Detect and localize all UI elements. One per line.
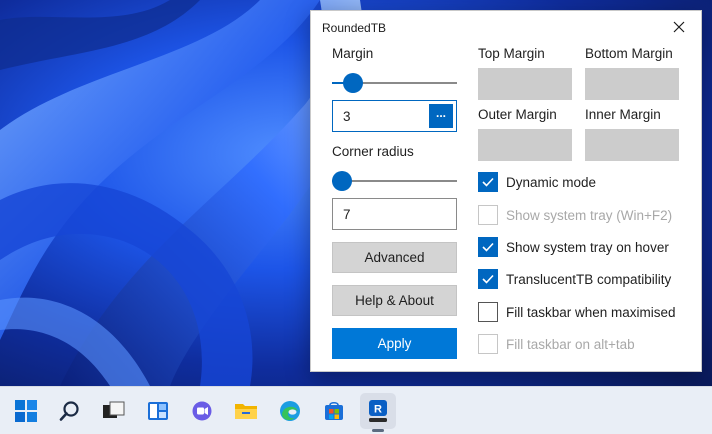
- roundedtb-window: RoundedTB Margin 3 ... Corner radius 7 A…: [310, 10, 702, 372]
- top-margin-input: [478, 68, 572, 100]
- corner-radius-slider[interactable]: [332, 171, 457, 191]
- margin-input-value: 3: [343, 109, 351, 124]
- outer-margin-input: [478, 129, 572, 161]
- checkbox-label: Show system tray on hover: [506, 239, 669, 255]
- close-button[interactable]: [663, 15, 695, 39]
- top-margin-label: Top Margin: [478, 46, 545, 61]
- windows-start-icon: [15, 400, 37, 422]
- checkmark-icon: [482, 177, 494, 187]
- edge-button[interactable]: [272, 393, 308, 429]
- bottom-margin-input: [585, 68, 679, 100]
- taskbar: R: [0, 386, 712, 434]
- start-button[interactable]: [8, 393, 44, 429]
- widgets-icon: [148, 402, 168, 420]
- margin-input[interactable]: 3 ...: [332, 100, 457, 132]
- checkbox[interactable]: [478, 302, 498, 322]
- inner-margin-input: [585, 129, 679, 161]
- margin-slider-thumb[interactable]: [343, 73, 364, 93]
- checkbox[interactable]: [478, 172, 498, 192]
- task-view-icon: [103, 401, 125, 418]
- margin-label: Margin: [332, 46, 374, 61]
- checkmark-icon: [482, 274, 494, 284]
- outer-margin-label: Outer Margin: [478, 107, 557, 122]
- microsoft-store-button[interactable]: [316, 393, 352, 429]
- checkmark-icon: [482, 242, 494, 252]
- checkbox-label: Fill taskbar when maximised: [506, 304, 676, 320]
- inner-margin-label: Inner Margin: [585, 107, 661, 122]
- active-app-indicator: [372, 429, 384, 432]
- task-view-button[interactable]: [96, 393, 132, 429]
- help-about-button[interactable]: Help & About: [332, 285, 457, 316]
- checkbox: [478, 205, 498, 225]
- file-explorer-icon: [235, 404, 257, 419]
- bottom-margin-label: Bottom Margin: [585, 46, 673, 61]
- margin-more-button[interactable]: ...: [429, 104, 453, 128]
- widgets-button[interactable]: [140, 393, 176, 429]
- teams-chat-icon: [192, 401, 212, 421]
- svg-text:R: R: [374, 404, 382, 416]
- roundedtb-taskbar-button[interactable]: R: [360, 393, 396, 432]
- checkbox[interactable]: [478, 237, 498, 257]
- checkbox-row[interactable]: Fill taskbar when maximised: [478, 302, 676, 322]
- corner-radius-input-value: 7: [343, 207, 351, 222]
- checkbox-row: Show system tray (Win+F2): [478, 205, 672, 225]
- checkbox: [478, 334, 498, 354]
- teams-chat-button[interactable]: [184, 393, 220, 429]
- checkbox-label: TranslucentTB compatibility: [506, 271, 672, 287]
- margin-slider[interactable]: [332, 73, 457, 93]
- roundedtb-app-icon: R: [369, 400, 387, 422]
- checkbox-row[interactable]: TranslucentTB compatibility: [478, 269, 671, 289]
- checkbox-label: Show system tray (Win+F2): [506, 207, 673, 223]
- apply-button[interactable]: Apply: [332, 328, 457, 359]
- microsoft-store-icon: [325, 401, 343, 420]
- search-icon: [59, 401, 79, 421]
- checkbox-row[interactable]: Dynamic mode: [478, 172, 596, 192]
- corner-radius-slider-thumb[interactable]: [332, 171, 352, 191]
- edge-icon: [280, 401, 300, 421]
- checkbox-row: Fill taskbar on alt+tab: [478, 334, 635, 354]
- window-title: RoundedTB: [322, 21, 387, 35]
- checkbox-row[interactable]: Show system tray on hover: [478, 237, 669, 257]
- close-icon: [673, 21, 685, 33]
- advanced-button[interactable]: Advanced: [332, 242, 457, 273]
- search-button[interactable]: [52, 393, 88, 429]
- corner-radius-label: Corner radius: [332, 144, 414, 159]
- file-explorer-button[interactable]: [228, 393, 264, 429]
- checkbox-label: Fill taskbar on alt+tab: [506, 336, 635, 352]
- corner-radius-input[interactable]: 7: [332, 198, 457, 230]
- checkbox-label: Dynamic mode: [506, 174, 597, 190]
- checkbox[interactable]: [478, 269, 498, 289]
